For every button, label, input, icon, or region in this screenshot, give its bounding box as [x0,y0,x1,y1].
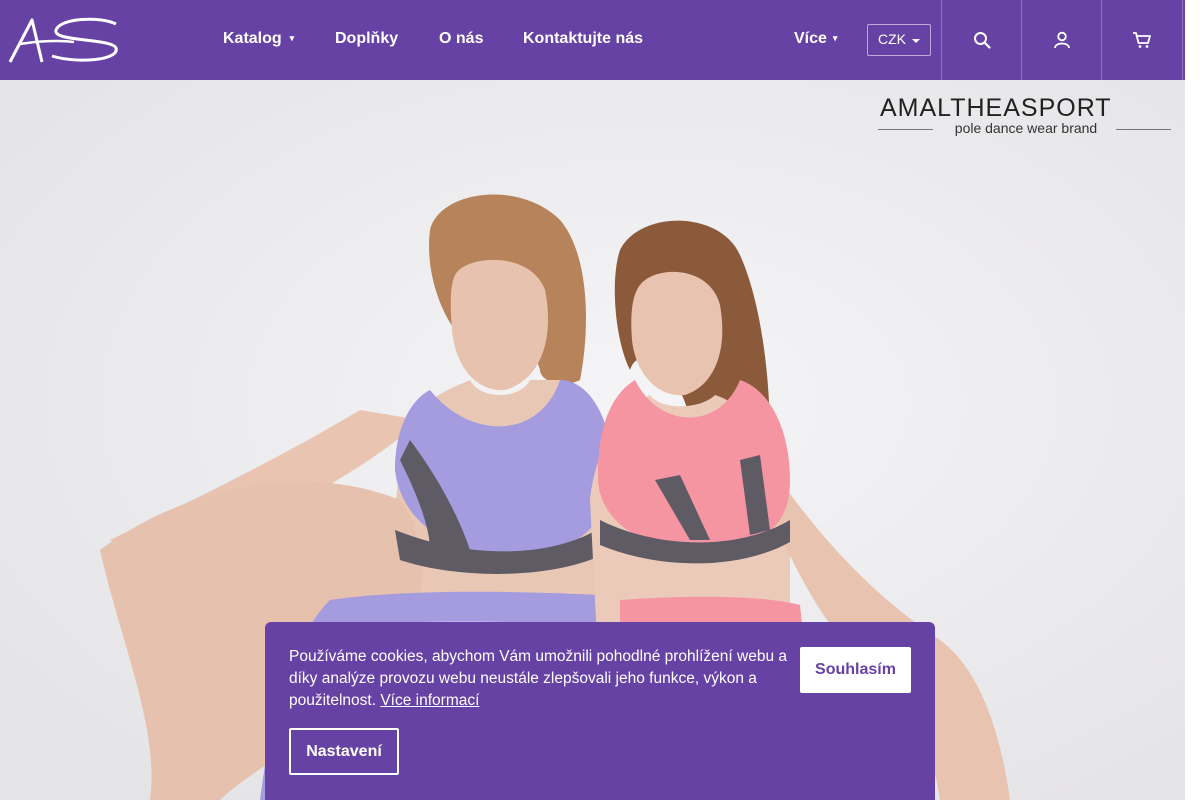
nav-item-label: Kontaktujte nás [523,30,644,47]
nav-item-label: Doplňky [335,30,399,47]
brand-divider [1116,129,1171,130]
search-icon [973,32,991,49]
account-button[interactable] [1021,0,1101,80]
cookie-message: Používáme cookies, abychom Vám umožnili … [289,648,787,709]
brand-wordmark: AMALTHEASPORT pole dance wear brand [878,94,1174,138]
chevron-down-icon: ▾ [289,33,295,43]
cookie-banner: Používáme cookies, abychom Vám umožnili … [265,622,935,800]
brand-tagline: pole dance wear brand [954,120,1098,136]
more-info-link[interactable]: Více informací [380,692,479,709]
user-icon [1053,31,1070,49]
currency-select[interactable]: CZK [867,24,931,56]
cart-button[interactable] [1101,0,1183,80]
site-logo[interactable] [8,16,120,64]
nav-item-katalog[interactable]: Katalog ▾ [223,30,294,48]
dropdown-caret-icon [912,39,920,43]
cookie-message-container: Používáme cookies, abychom Vám umožnili … [289,646,789,712]
nav-item-doplnky[interactable]: Doplňky [335,30,398,48]
chevron-down-icon: ▾ [832,33,838,43]
search-button[interactable] [941,0,1021,80]
nav-item-o-nas[interactable]: O nás [439,30,483,48]
logo-mark-icon [8,17,118,63]
more-menu-label: Více [794,30,827,47]
brand-name: AMALTHEASPORT [880,94,1112,122]
more-menu[interactable]: Více ▾ [794,30,837,48]
nav-item-label: O nás [439,30,484,47]
nav-item-kontakt[interactable]: Kontaktujte nás [523,30,643,48]
site-header: Katalog ▾ Doplňky O nás Kontaktujte nás V… [0,0,1185,80]
agree-button[interactable]: Souhlasím [800,647,911,693]
cookie-settings-button[interactable]: Nastavení [289,728,399,775]
cart-icon [1133,32,1151,48]
currency-value: CZK [878,31,906,47]
nav-item-label: Katalog [223,30,282,47]
